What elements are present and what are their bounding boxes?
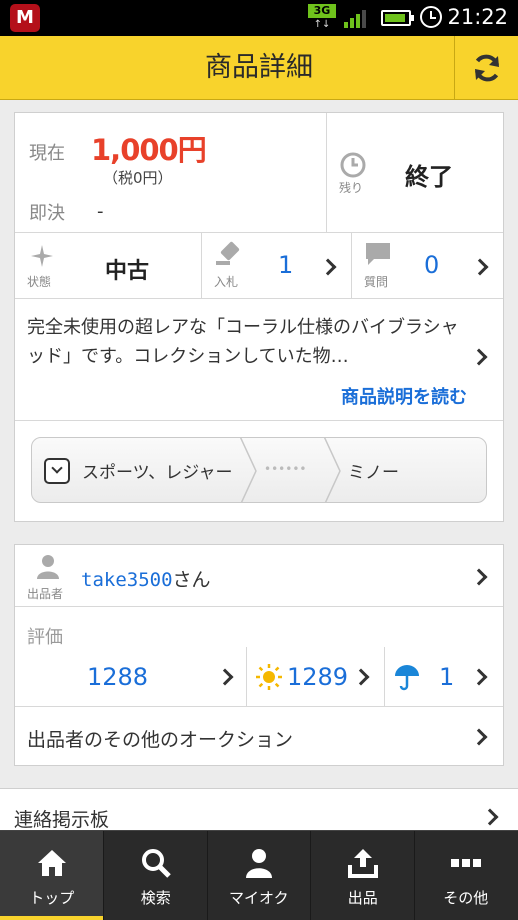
condition-label: 状態 xyxy=(27,275,52,289)
remaining-cell: 残り 終了 xyxy=(327,113,503,233)
remaining-label: 残り xyxy=(339,181,364,195)
status-bar: M 3G ↑↓ 21:22 xyxy=(0,0,518,36)
alarm-icon xyxy=(420,6,442,28)
rating-good: 1289 xyxy=(287,663,349,691)
breadcrumb-item-collapsed[interactable]: •••••• xyxy=(264,462,306,476)
home-icon xyxy=(38,850,66,876)
more-icon xyxy=(451,859,481,867)
data-activity-icon: ↑↓ xyxy=(313,19,331,30)
condition-value: 中古 xyxy=(105,259,150,284)
questions-count: 0 xyxy=(424,251,440,279)
chevron-right-icon xyxy=(470,668,488,686)
bids-count: 1 xyxy=(278,251,294,279)
seller-card: 出品者 take3500さん 評価 1288 1289 1 出品者のその他のオー… xyxy=(14,544,504,766)
tab-label: 出品 xyxy=(347,889,378,907)
questions-label: 質問 xyxy=(364,275,389,289)
network-type-badge: 3G xyxy=(308,4,336,18)
buyout-value: - xyxy=(97,201,104,222)
umbrella-icon xyxy=(395,665,419,691)
tab-more[interactable]: その他 xyxy=(414,831,518,920)
contact-board-row[interactable]: 連絡掲示板 xyxy=(0,788,518,831)
tab-label: マイオク xyxy=(228,889,289,907)
person-icon xyxy=(37,555,59,579)
condition-cell: 状態 中古 xyxy=(15,233,202,299)
chevron-right-icon xyxy=(352,668,370,686)
price-cell: 現在 1,000円 （税0円） 即決 - xyxy=(15,113,327,233)
clock-icon xyxy=(340,152,366,178)
tab-label: 検索 xyxy=(140,889,171,907)
rating-bad-cell[interactable]: 1 xyxy=(385,647,503,707)
seller-name-line: take3500さん xyxy=(81,565,211,592)
speech-bubble-icon xyxy=(366,243,390,265)
battery-icon xyxy=(381,10,414,26)
chevron-right-icon xyxy=(216,668,234,686)
signal-icon xyxy=(344,8,370,28)
item-summary-card: 現在 1,000円 （税0円） 即決 - 残り 終了 状態 中古 入札 1 質問… xyxy=(14,112,504,522)
breadcrumb-item-minnow[interactable]: ミノー xyxy=(348,458,399,483)
current-price-label: 現在 xyxy=(29,143,65,164)
rating-label: 評価 xyxy=(27,627,63,648)
seller-label: 出品者 xyxy=(27,587,64,601)
person-icon xyxy=(246,849,272,878)
bids-label: 入札 xyxy=(214,275,239,289)
chevron-right-icon xyxy=(470,348,488,366)
other-auctions-label: 出品者のその他のオークション xyxy=(27,729,294,751)
sparkle-icon xyxy=(31,245,53,267)
tab-my-auction[interactable]: マイオク xyxy=(207,831,311,920)
refresh-button[interactable] xyxy=(454,36,518,100)
other-auctions-row[interactable]: 出品者のその他のオークション xyxy=(15,707,503,765)
tab-label: その他 xyxy=(443,889,489,907)
upload-icon xyxy=(348,849,378,878)
seller-name[interactable]: take3500 xyxy=(81,569,173,591)
chevron-right-icon xyxy=(319,258,337,276)
chevron-right-icon xyxy=(481,808,499,826)
chevron-right-icon xyxy=(470,728,488,746)
rating-total-cell[interactable]: 1288 xyxy=(15,647,247,707)
seller-honorific: さん xyxy=(172,569,211,591)
gavel-icon xyxy=(216,241,240,265)
breadcrumb-item-sports[interactable]: スポーツ、レジャー xyxy=(82,458,232,483)
category-breadcrumb: スポーツ、レジャー •••••• ミノー xyxy=(31,437,487,503)
tab-sell[interactable]: 出品 xyxy=(311,831,415,920)
tax-note: （税0円） xyxy=(103,169,173,187)
app-header: 商品詳細 xyxy=(0,36,518,100)
tab-label: トップ xyxy=(29,889,75,907)
read-description-link[interactable]: 商品説明を読む xyxy=(341,383,467,409)
tab-search[interactable]: 検索 xyxy=(104,831,208,920)
chevron-right-icon xyxy=(471,258,489,276)
sun-icon xyxy=(256,664,282,690)
rating-bad: 1 xyxy=(439,663,455,691)
search-icon xyxy=(142,849,171,878)
seller-row[interactable]: 出品者 take3500さん xyxy=(15,545,503,607)
remaining-value: 終了 xyxy=(405,163,453,191)
chevron-down-icon xyxy=(51,462,63,474)
buyout-label: 即決 xyxy=(29,203,65,224)
current-price: 1,000円 xyxy=(91,133,207,167)
security-app-icon: M xyxy=(10,4,40,32)
rating-good-cell[interactable]: 1289 xyxy=(247,647,385,707)
questions-cell[interactable]: 質問 0 xyxy=(352,233,503,299)
description-text: 完全未使用の超レアな「コーラル仕様のバイブラシャッド」です。コレクションしていた… xyxy=(27,317,459,367)
rating-total: 1288 xyxy=(87,663,149,691)
page-title: 商品詳細 xyxy=(205,52,313,83)
refresh-icon xyxy=(475,54,499,82)
description-section[interactable]: 完全未使用の超レアな「コーラル仕様のバイブラシャッド」です。コレクションしていた… xyxy=(15,299,503,421)
tab-top[interactable]: トップ xyxy=(0,831,104,920)
chevron-right-icon xyxy=(470,568,488,586)
bids-cell[interactable]: 入札 1 xyxy=(202,233,352,299)
bottom-tab-bar: トップ 検索 マイオク 出品 その他 xyxy=(0,830,518,920)
expand-category-button[interactable] xyxy=(44,458,70,484)
contact-board-label: 連絡掲示板 xyxy=(14,809,110,831)
clock: 21:22 xyxy=(447,5,508,29)
